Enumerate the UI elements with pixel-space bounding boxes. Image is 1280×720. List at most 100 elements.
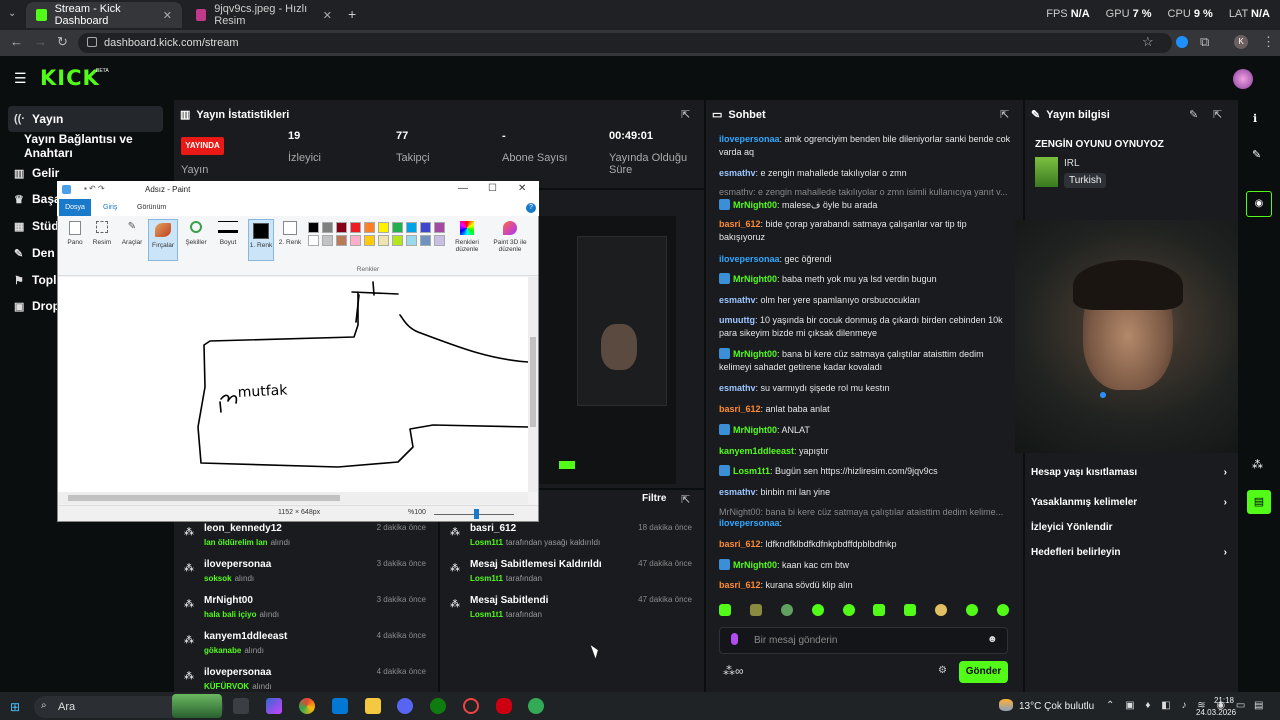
chat-message[interactable]: MrNight00: maleseف öyle bu arada (719, 199, 1015, 212)
camera-icon[interactable]: ◉ (1246, 191, 1272, 217)
clip-icon[interactable]: ▤ (1247, 490, 1271, 514)
palette-swatch[interactable] (308, 235, 319, 246)
address-bar[interactable]: dashboard.kick.com/stream (78, 33, 1172, 53)
clock-date[interactable]: 24.03.2026 (1196, 708, 1236, 717)
palette-swatch[interactable] (308, 222, 319, 233)
forward-icon[interactable]: → (34, 34, 47, 49)
activity-name[interactable]: basri_612 (470, 523, 516, 534)
palette-swatch[interactable] (378, 235, 389, 246)
kick-logo[interactable]: KICK (40, 66, 100, 90)
palette-swatch[interactable] (406, 235, 417, 246)
clock-time[interactable]: 21:18 (1204, 696, 1234, 705)
maximize-icon[interactable]: ☐ (488, 183, 497, 194)
menu-home[interactable]: Giriş (103, 199, 117, 216)
task-view-icon[interactable] (233, 698, 249, 714)
emoji-picker-icon[interactable]: ☻ (987, 634, 998, 645)
size-tool[interactable]: Boyut (214, 221, 242, 246)
chat-message[interactable]: Losm1t1: Bugün sen https://hizliresim.co… (719, 465, 1015, 478)
chat-message[interactable]: MrNight00: ANLAT (719, 424, 1015, 437)
chat-username[interactable]: MrNight00 (733, 349, 777, 359)
microphone-icon[interactable] (731, 633, 738, 645)
pencil-icon[interactable]: ✎ (1252, 148, 1261, 161)
chat-message[interactable]: MrNight00: bana bi kere cüz satmaya çalı… (719, 348, 1015, 374)
popout-icon[interactable]: ⇱ (681, 493, 690, 506)
palette-swatch[interactable] (434, 235, 445, 246)
xbox-icon[interactable] (430, 698, 446, 714)
popout-icon[interactable]: ⇱ (1000, 108, 1009, 121)
tab-search-icon[interactable]: ⌄ (8, 8, 16, 19)
emote-icon[interactable] (966, 604, 978, 616)
close-tab-icon[interactable]: ✕ (163, 9, 172, 22)
palette-swatch[interactable] (406, 222, 417, 233)
chat-username[interactable]: MrNight00 (733, 425, 777, 435)
emote-icon[interactable] (811, 604, 824, 616)
activity-name[interactable]: ilovepersonaa (204, 667, 271, 678)
hamburger-menu-icon[interactable]: ☰ (14, 70, 27, 87)
chat-username[interactable]: basri_612 (719, 219, 761, 229)
popout-icon[interactable]: ⇱ (1213, 108, 1222, 121)
quick-access-save-icon[interactable]: ▪ ↶ ↷ (84, 184, 105, 193)
chat-message[interactable]: ilovepersonaa: amk ogrenciyim benden bil… (719, 133, 1015, 159)
extensions-puzzle-icon[interactable]: ⧉ (1200, 34, 1209, 50)
stream-preview-video[interactable] (539, 216, 676, 484)
chat-username[interactable]: ilovepersonaa (719, 518, 780, 528)
chat-username[interactable]: MrNight00 (733, 560, 777, 570)
chat-username[interactable]: basri_612 (719, 539, 761, 549)
palette-swatch[interactable] (350, 235, 361, 246)
active-app-icon[interactable] (528, 698, 544, 714)
edit-pencil-icon[interactable]: ✎ (1189, 108, 1198, 121)
copilot-icon[interactable] (266, 698, 282, 714)
color1-tool[interactable]: 1. Renk (248, 219, 274, 261)
info-icon[interactable]: ℹ (1253, 112, 1257, 125)
canvas-vertical-scrollbar[interactable] (528, 277, 538, 492)
palette-swatch[interactable] (336, 222, 347, 233)
chat-settings-gear-icon[interactable]: ⚙ (938, 665, 947, 676)
canvas-horizontal-scrollbar[interactable] (58, 492, 528, 504)
menu-file[interactable]: Dosya (59, 199, 91, 216)
chat-message[interactable]: basri_612: ldfkndfklbdfkdfnkpbdffdpblbdf… (719, 538, 1015, 551)
reload-icon[interactable]: ↻ (57, 34, 68, 50)
profile-avatar[interactable]: K (1234, 35, 1248, 49)
chat-message[interactable]: esmathv: e zengin mahallede takılıyolar … (719, 186, 1015, 199)
emote-icon[interactable] (996, 604, 1009, 616)
back-icon[interactable]: ← (10, 34, 23, 49)
chat-username[interactable]: Losm1t1 (733, 466, 770, 476)
sidebar-item-yayin[interactable]: ((· Yayın (8, 106, 163, 132)
brushes-tool[interactable]: Fırçalar (148, 219, 178, 261)
chat-message[interactable]: esmathv: su varmıydı şişede rol mu kestı… (719, 382, 1015, 395)
chat-message[interactable]: kanyem1ddleeast: yapıştır (719, 445, 1015, 458)
filter-button[interactable]: Filtre (642, 493, 666, 504)
zoom-slider-thumb[interactable] (474, 509, 479, 519)
chat-message[interactable]: basri_612: kurana sövdü klip alın (719, 579, 1015, 592)
palette-swatch[interactable] (434, 222, 445, 233)
color2-tool[interactable]: 2. Renk (278, 221, 302, 246)
palette-swatch[interactable] (322, 222, 333, 233)
link-banned-words[interactable]: Yasaklanmış kelimeler › (1031, 497, 1227, 508)
points-icon[interactable]: ⁂∞ (723, 664, 744, 678)
close-window-icon[interactable]: ✕ (518, 183, 526, 194)
chat-username[interactable]: esmathv (719, 295, 756, 305)
emote-icon[interactable] (749, 604, 762, 616)
close-tab-icon[interactable]: ✕ (323, 9, 332, 22)
tab-hizli-resim[interactable]: 9jqv9cs.jpeg - Hızlı Resim ✕ (186, 2, 342, 28)
activity-name[interactable]: kanyem1ddleeast (204, 631, 287, 642)
activity-name[interactable]: Mesaj Sabitlendi (470, 595, 548, 606)
chat-message[interactable]: ilovepersonaa: (719, 517, 1015, 530)
obs-icon[interactable] (463, 698, 479, 714)
emote-icon[interactable] (780, 604, 793, 616)
image-tool[interactable]: Resim (90, 221, 114, 246)
emote-icon[interactable] (935, 604, 948, 616)
browser-menu-icon[interactable]: ⋮ (1262, 34, 1275, 50)
chat-username[interactable]: esmathv (719, 383, 756, 393)
palette-swatch[interactable] (420, 235, 431, 246)
chat-username[interactable]: ilovepersonaa (719, 254, 780, 264)
paint3d-tool[interactable]: Paint 3D ile düzenle (490, 221, 530, 253)
chat-username[interactable]: basri_612 (719, 404, 761, 414)
tab-kick-dashboard[interactable]: Stream - Kick Dashboard ✕ (26, 2, 182, 28)
chat-message[interactable]: basri_612: bide çorap yarabandı satmaya … (719, 218, 1015, 244)
sidebar-item-stream-key[interactable]: Yayın Bağlantısı ve Anahtarı (8, 132, 163, 160)
palette-swatch[interactable] (364, 235, 375, 246)
send-message-button[interactable]: Gönder (959, 661, 1008, 683)
notifications-icon[interactable]: ▤ (1254, 700, 1263, 711)
chrome-icon[interactable] (299, 698, 315, 714)
